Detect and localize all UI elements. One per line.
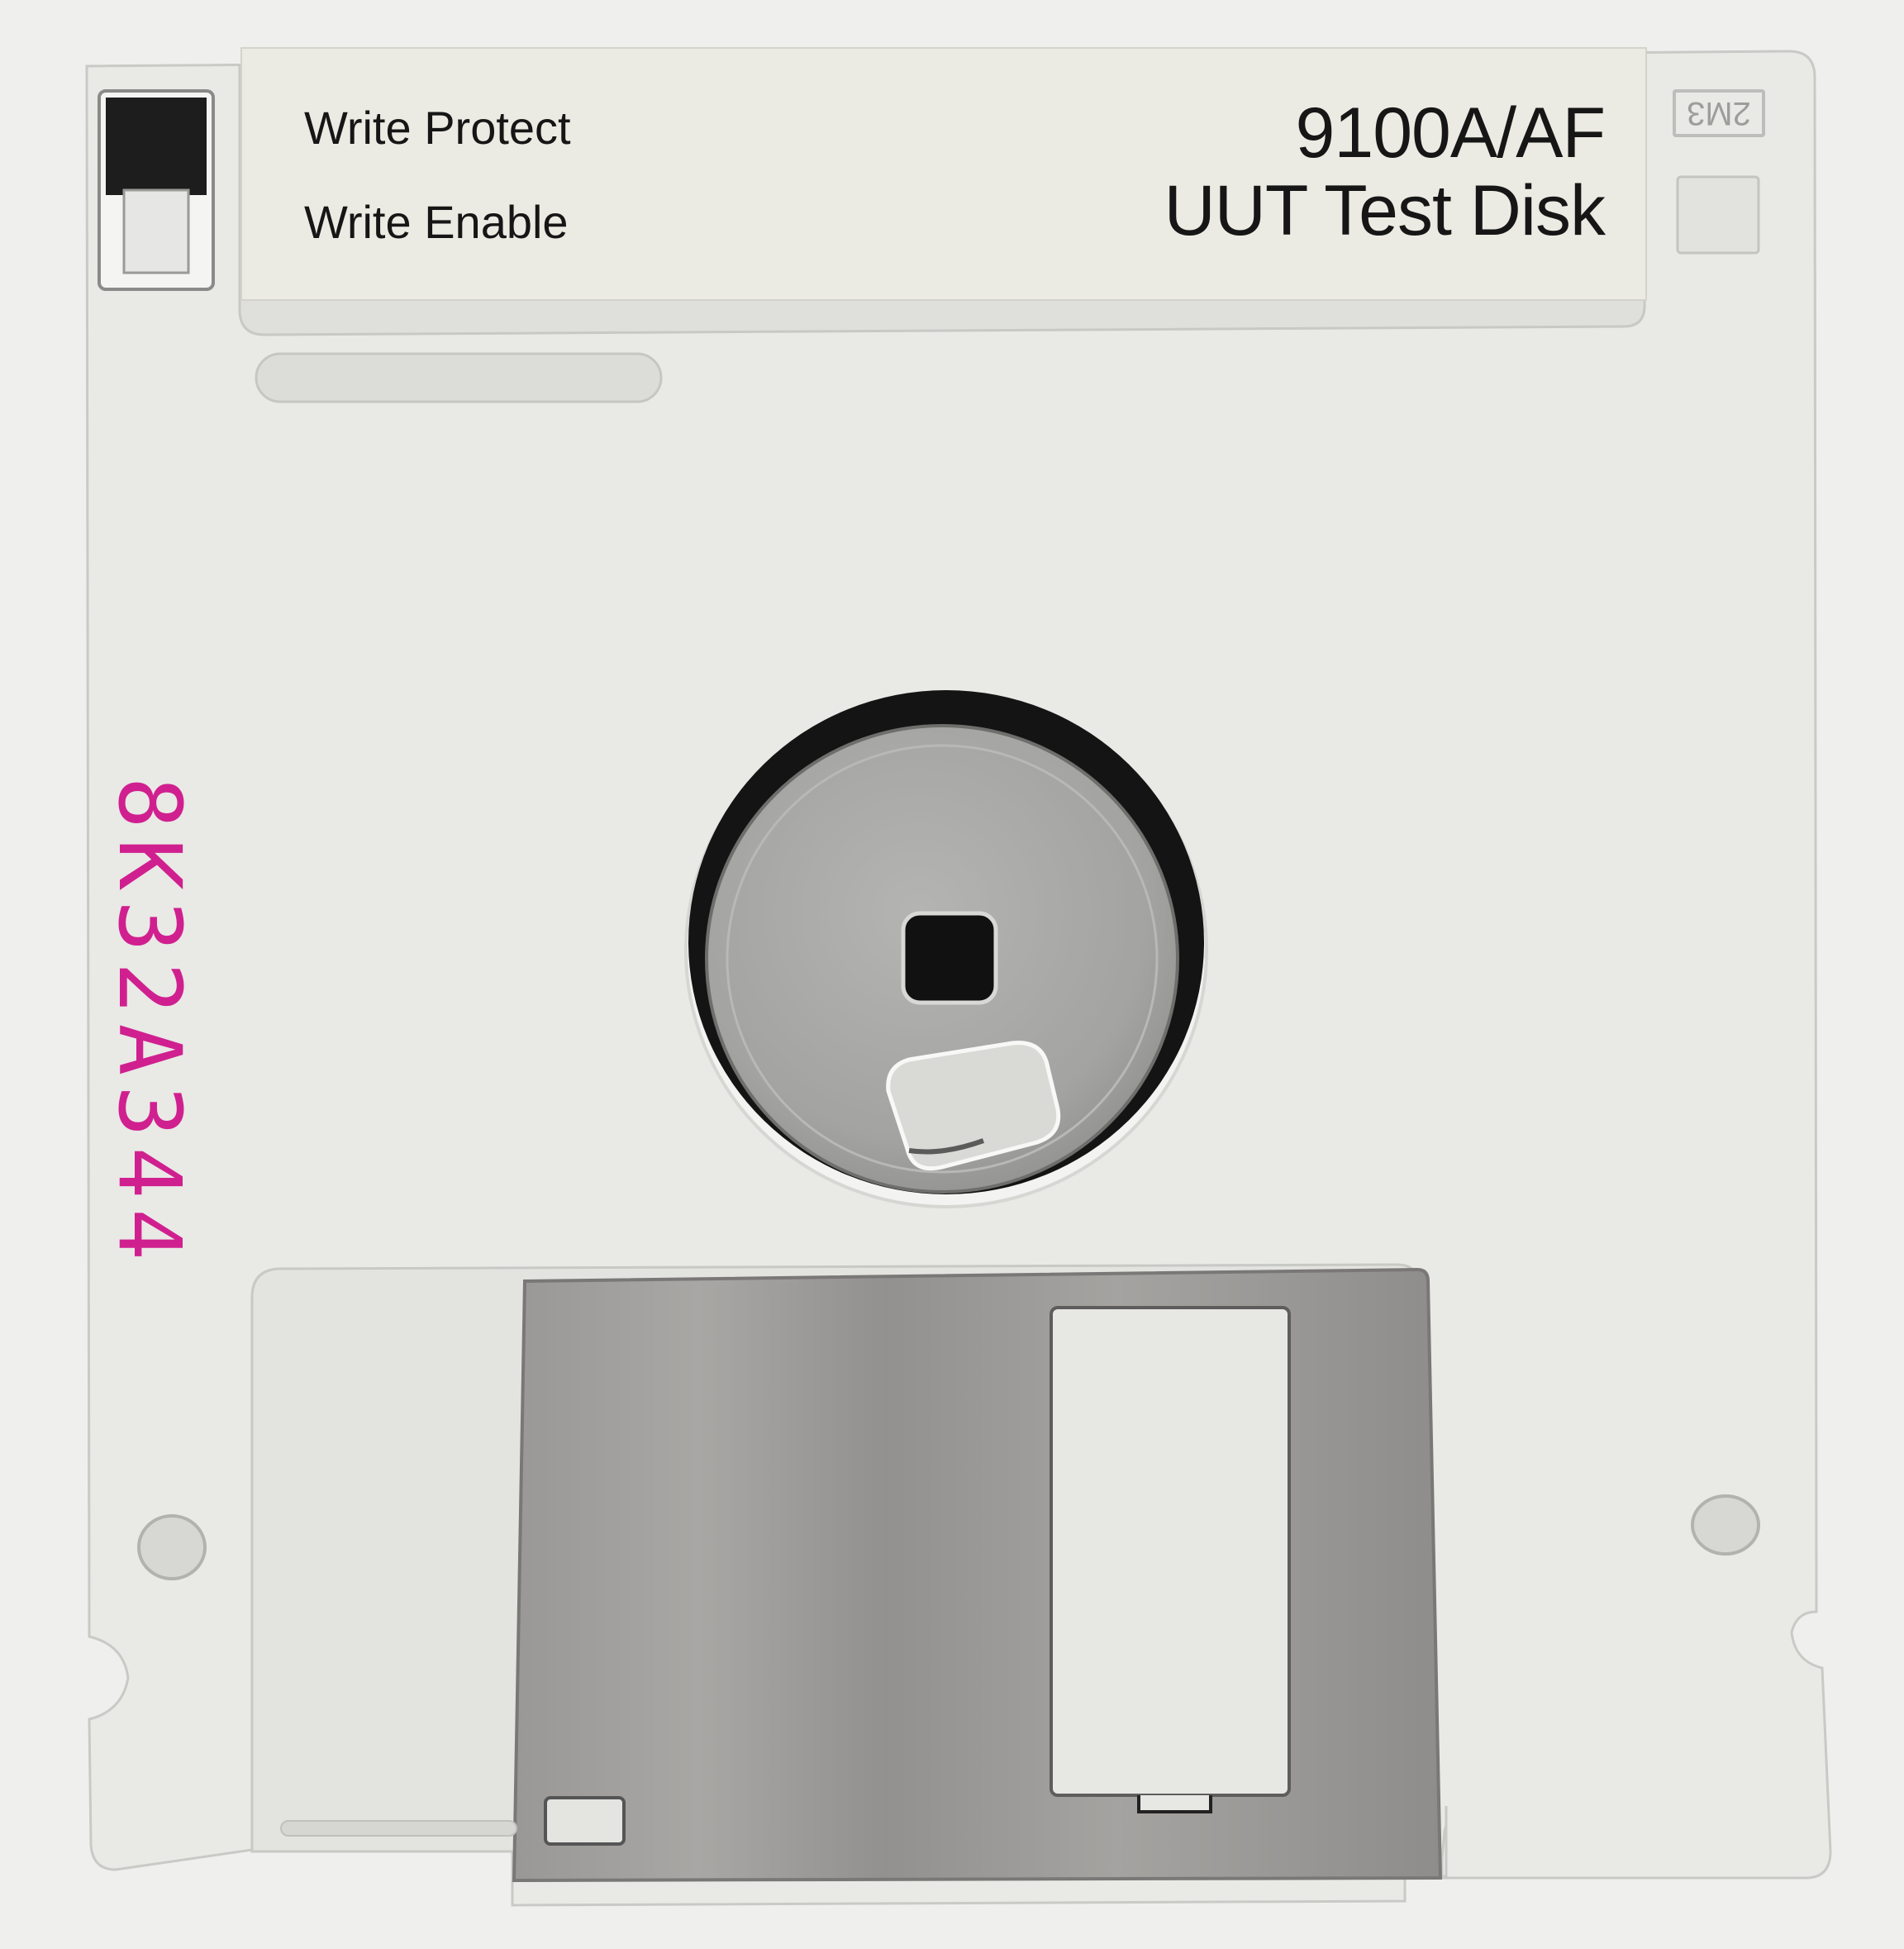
metal-shutter-icon[interactable] [512,1267,1443,1883]
right-square-recess [1676,175,1760,255]
floppy-disk-scene: Write Protect Write Enable 9100A/AF UUT … [0,0,1904,1949]
corner-code-stamp: 2M3 [1673,89,1765,137]
left-alignment-hole [137,1514,207,1580]
write-protect-hole [122,188,190,274]
spindle-square-hole [901,911,998,1005]
shell-slot [255,352,663,403]
floppy-disk-graphic [85,47,1832,1907]
shutter-small-hole [544,1796,626,1846]
model-number: 9100A/AF [1295,93,1606,173]
write-enable-label: Write Enable [304,196,569,248]
disk-title: UUT Test Disk [1164,171,1606,250]
right-alignment-hole [1691,1494,1760,1556]
shell-bottom-ridge [280,1820,517,1837]
serial-number: 8K32A344 [99,777,200,1270]
shutter-window-notch [1137,1795,1212,1813]
shutter-window [1050,1306,1291,1797]
write-protect-label: Write Protect [304,102,571,154]
write-protect-slider-icon[interactable] [106,98,207,195]
